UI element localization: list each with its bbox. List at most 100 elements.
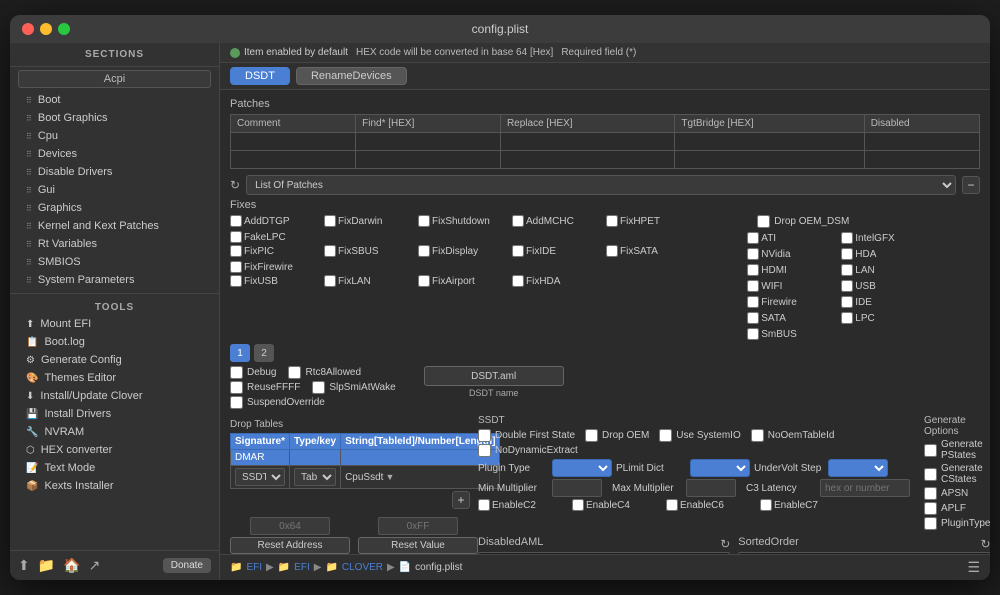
sidebar-icon-3[interactable]: 🏠 <box>63 557 80 574</box>
checkbox-fixSBUS[interactable] <box>324 245 336 257</box>
sidebar-icon-4[interactable]: ↗ <box>89 557 101 574</box>
checkbox-plugintype[interactable] <box>924 517 937 530</box>
checkbox-fixDisplay[interactable] <box>418 245 430 257</box>
plugin-type-dropdown[interactable] <box>552 459 612 477</box>
sidebar-item-boot-graphics[interactable]: ⠿ Boot Graphics <box>10 109 219 127</box>
sidebar-item-system-parameters[interactable]: ⠿ System Parameters <box>10 271 219 289</box>
reset-val-input[interactable] <box>378 517 458 535</box>
checkbox-fakeLPC[interactable] <box>230 231 242 243</box>
checkbox-NVidia[interactable] <box>747 248 759 260</box>
reset-addr-input[interactable] <box>250 517 330 535</box>
checkbox-fixSATA[interactable] <box>606 245 618 257</box>
checkbox-drop-oem-dsm[interactable] <box>757 215 770 228</box>
checkbox-enableC4[interactable] <box>572 499 584 511</box>
sidebar-item-install-clover[interactable]: ⬇ Install/Update Clover <box>10 387 219 405</box>
page-1-button[interactable]: 1 <box>230 344 250 362</box>
checkbox-USB[interactable] <box>841 280 853 292</box>
checkbox-rtc8allowed[interactable] <box>288 366 301 379</box>
sidebar-item-nvram[interactable]: 🔧 NVRAM <box>10 423 219 441</box>
checkbox-no-dynamic-extract[interactable] <box>478 444 491 457</box>
checkbox-fixHPET[interactable] <box>606 215 618 227</box>
min-mult-input[interactable] <box>552 479 602 497</box>
checkbox-suspend[interactable] <box>230 396 243 409</box>
donate-button[interactable]: Donate <box>163 558 211 573</box>
checkbox-fixAirport[interactable] <box>418 275 430 287</box>
sidebar-item-smbios[interactable]: ⠿ SMBIOS <box>10 253 219 271</box>
reset-value-button[interactable]: Reset Value <box>358 537 478 554</box>
sidebar-item-boot[interactable]: ⠿ Boot <box>10 91 219 109</box>
sidebar-item-kernel-kext[interactable]: ⠿ Kernel and Kext Patches <box>10 217 219 235</box>
checkbox-fixDarwin[interactable] <box>324 215 336 227</box>
reset-address-button[interactable]: Reset Address <box>230 537 350 554</box>
checkbox-addDTGP[interactable] <box>230 215 242 227</box>
undervolt-step-dropdown[interactable] <box>828 459 888 477</box>
checkbox-LAN[interactable] <box>841 264 853 276</box>
sidebar-item-boot-log[interactable]: 📋 Boot.log <box>10 333 219 351</box>
checkbox-enableC6[interactable] <box>666 499 678 511</box>
sidebar-item-cpu[interactable]: ⠿ Cpu <box>10 127 219 145</box>
table-row[interactable]: SSDT TableId <box>231 466 500 489</box>
sidebar-item-gui[interactable]: ⠿ Gui <box>10 181 219 199</box>
refresh-icon[interactable]: ↻ <box>230 178 240 192</box>
sidebar-item-themes-editor[interactable]: 🎨 Themes Editor <box>10 369 219 387</box>
dsdt-name-input[interactable] <box>424 366 564 386</box>
checkbox-Firewire[interactable] <box>747 296 759 308</box>
breadcrumb-efi2[interactable]: EFI <box>294 562 310 573</box>
checkbox-use-systemio[interactable] <box>659 429 672 442</box>
checkbox-fixHDA[interactable] <box>512 275 524 287</box>
checkbox-IDE[interactable] <box>841 296 853 308</box>
disabled-aml-refresh-icon[interactable]: ↻ <box>720 537 730 551</box>
maximize-button[interactable] <box>58 23 70 35</box>
checkbox-gen-pstates[interactable] <box>924 444 937 457</box>
checkbox-addMCHC[interactable] <box>512 215 524 227</box>
checkbox-IntelGFX[interactable] <box>841 232 853 244</box>
checkbox-slp[interactable] <box>312 381 325 394</box>
checkbox-double-first[interactable] <box>478 429 491 442</box>
max-mult-input[interactable] <box>686 479 736 497</box>
add-row-button[interactable]: + <box>452 491 470 509</box>
tab-dsdt[interactable]: DSDT <box>230 67 290 85</box>
checkbox-gen-cstates[interactable] <box>924 468 937 481</box>
sidebar-item-hex-converter[interactable]: ⬡ HEX converter <box>10 441 219 459</box>
breadcrumb-clover[interactable]: CLOVER <box>342 562 383 573</box>
tab-rename-devices[interactable]: RenameDevices <box>296 67 407 85</box>
checkbox-WIFI[interactable] <box>747 280 759 292</box>
hamburger-menu-icon[interactable]: ☰ <box>967 559 980 576</box>
plimit-dict-dropdown[interactable] <box>690 459 750 477</box>
tableid-dropdown[interactable]: TableId <box>294 468 336 486</box>
sidebar-item-rt-variables[interactable]: ⠿ Rt Variables <box>10 235 219 253</box>
checkbox-reuse-ffff[interactable] <box>230 381 243 394</box>
sidebar-item-generate-config[interactable]: ⚙ Generate Config <box>10 351 219 369</box>
checkbox-SATA[interactable] <box>747 312 759 324</box>
minimize-button[interactable] <box>40 23 52 35</box>
page-2-button[interactable]: 2 <box>254 344 274 362</box>
sidebar-icon-1[interactable]: ⬆ <box>18 557 30 574</box>
checkbox-fixShutdown[interactable] <box>418 215 430 227</box>
sorted-order-refresh-icon[interactable]: ↻ <box>980 537 990 551</box>
checkbox-HDA[interactable] <box>841 248 853 260</box>
sidebar-icon-2[interactable]: 📁 <box>38 557 55 574</box>
breadcrumb-efi1[interactable]: EFI <box>246 562 262 573</box>
table-row[interactable]: DMAR <box>231 450 500 466</box>
checkbox-ATI[interactable] <box>747 232 759 244</box>
checkbox-debug[interactable] <box>230 366 243 379</box>
sidebar-item-devices[interactable]: ⠿ Devices <box>10 145 219 163</box>
sidebar-item-text-mode[interactable]: 📝 Text Mode <box>10 459 219 477</box>
close-button[interactable] <box>22 23 34 35</box>
checkbox-LPC[interactable] <box>841 312 853 324</box>
checkbox-apsn[interactable] <box>924 487 937 500</box>
checkbox-fixLAN[interactable] <box>324 275 336 287</box>
ssdt-dropdown[interactable]: SSDT <box>235 468 285 486</box>
sidebar-item-kexts-installer[interactable]: 📦 Kexts Installer <box>10 477 219 495</box>
sidebar-item-install-drivers[interactable]: 💾 Install Drivers <box>10 405 219 423</box>
checkbox-fixPIC[interactable] <box>230 245 242 257</box>
checkbox-fixIDE[interactable] <box>512 245 524 257</box>
checkbox-drop-oem-ssdt[interactable] <box>585 429 598 442</box>
checkbox-fixFirewire[interactable] <box>230 261 242 273</box>
c3-latency-input[interactable] <box>820 479 910 497</box>
sidebar-item-graphics[interactable]: ⠿ Graphics <box>10 199 219 217</box>
sidebar-item-disable-drivers[interactable]: ⠿ Disable Drivers <box>10 163 219 181</box>
checkbox-aplf[interactable] <box>924 502 937 515</box>
checkbox-SmBUS[interactable] <box>747 328 759 340</box>
checkbox-fixUSB[interactable] <box>230 275 242 287</box>
